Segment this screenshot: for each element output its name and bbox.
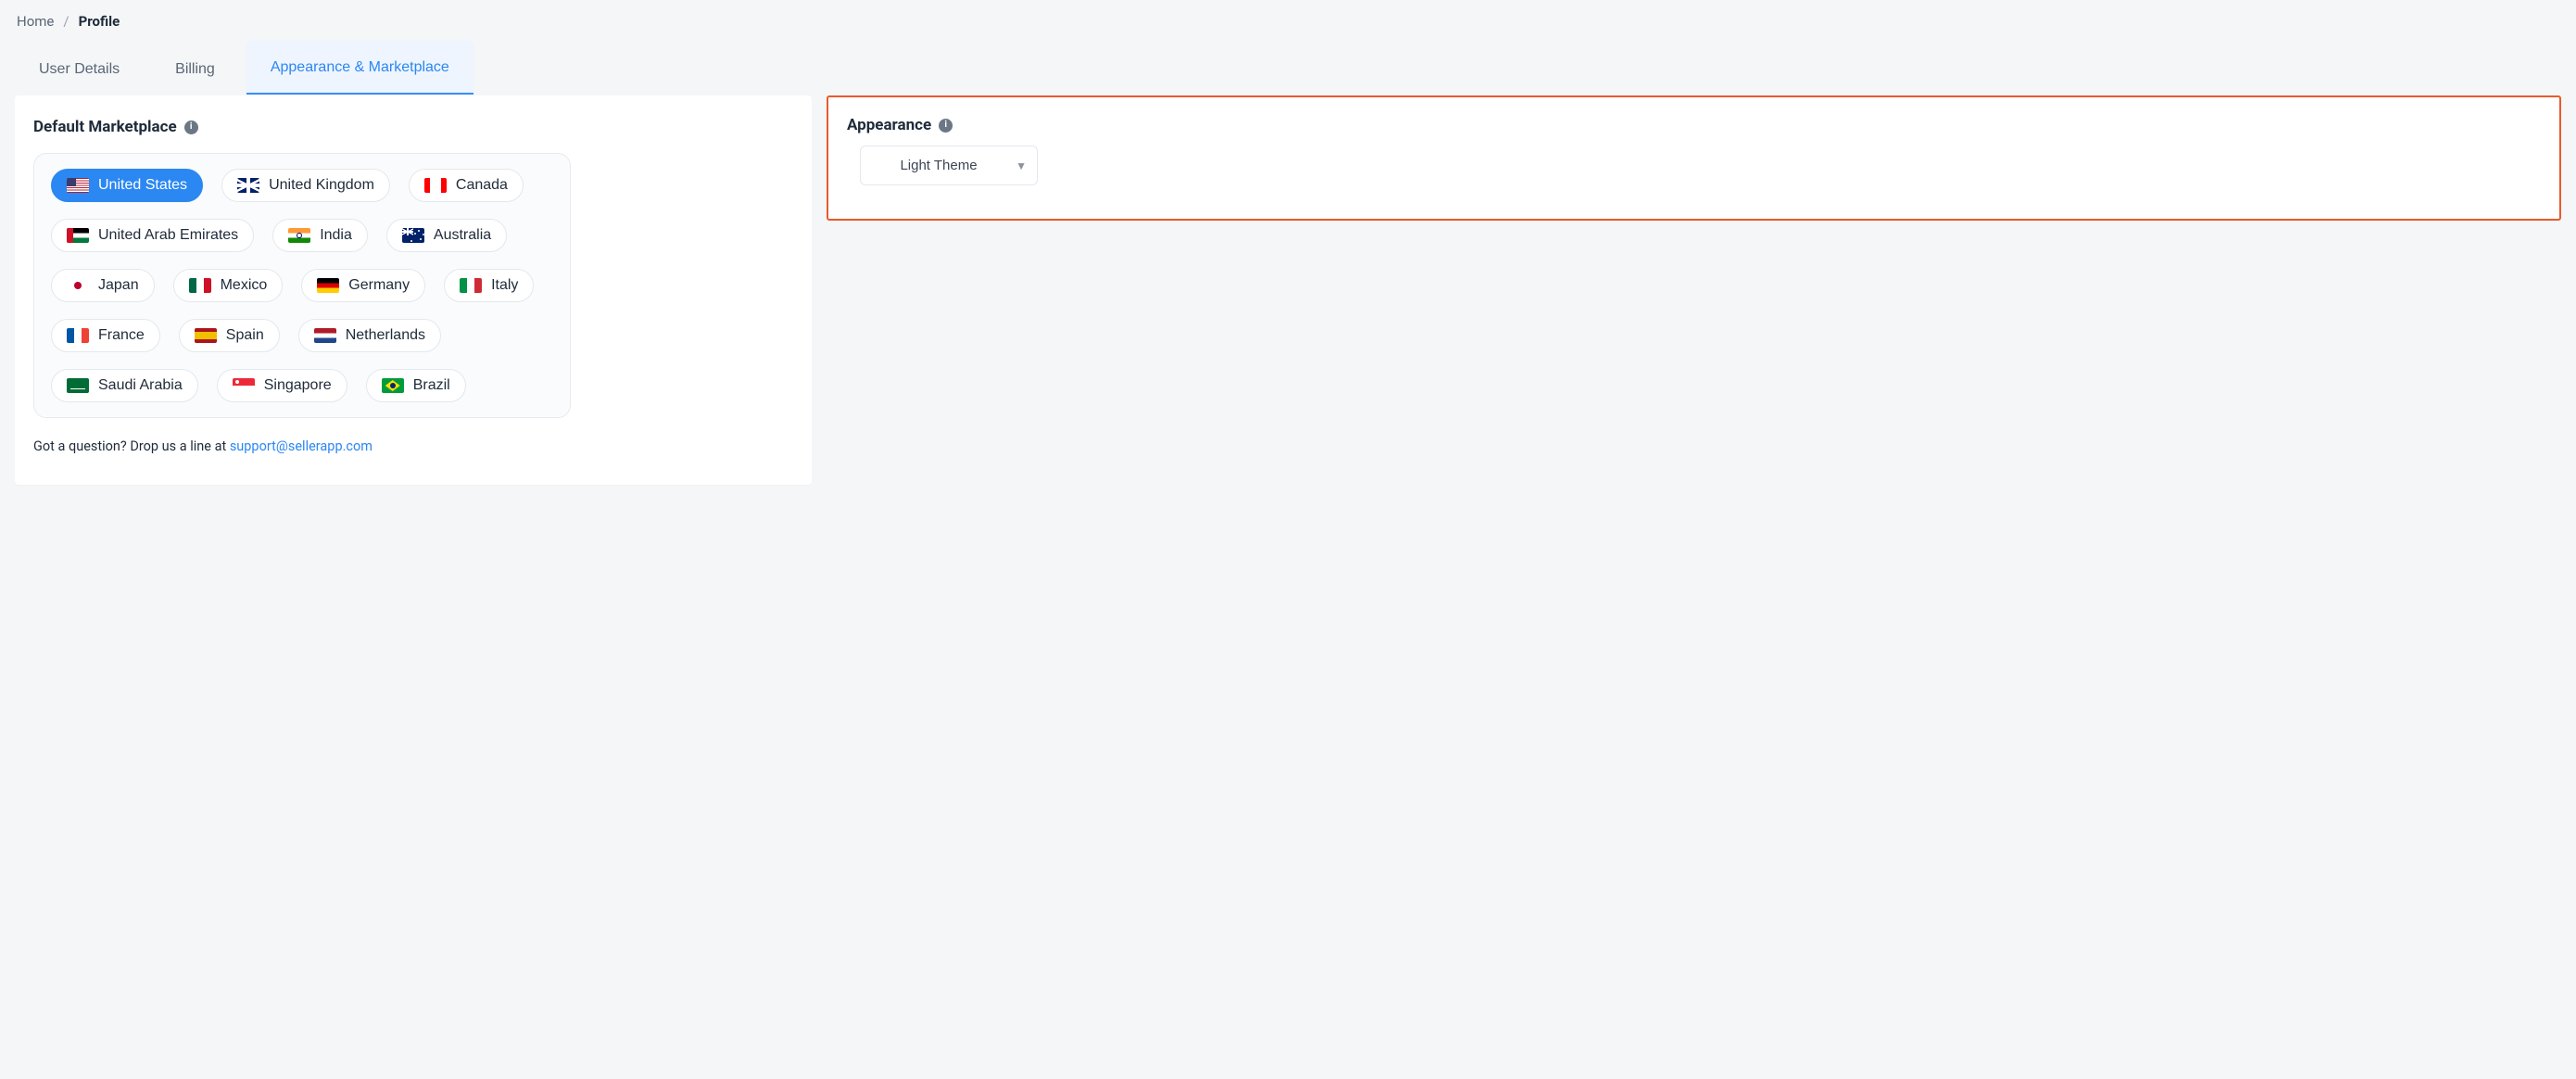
flag-mx-icon [189, 278, 211, 293]
marketplace-chip-nl[interactable]: Netherlands [298, 319, 441, 352]
tab-billing[interactable]: Billing [151, 43, 239, 95]
flag-in-icon [288, 228, 310, 243]
breadcrumb: Home / Profile [15, 11, 2561, 41]
theme-select[interactable]: Light Theme [860, 146, 1038, 185]
appearance-title: Appearance [847, 116, 931, 134]
breadcrumb-separator: / [63, 13, 69, 30]
breadcrumb-home[interactable]: Home [17, 13, 54, 30]
marketplace-chip-jp[interactable]: Japan [51, 269, 155, 302]
flag-fr-icon [67, 328, 89, 343]
flag-sa-icon [67, 378, 89, 393]
info-icon[interactable]: i [184, 121, 198, 134]
marketplace-chip-label: Spain [226, 327, 264, 344]
flag-de-icon [317, 278, 339, 293]
marketplace-chip-label: United Kingdom [269, 177, 374, 194]
marketplace-title: Default Marketplace [33, 118, 177, 136]
flag-uk-icon [237, 178, 259, 193]
flag-es-icon [195, 328, 217, 343]
marketplace-chip-de[interactable]: Germany [301, 269, 425, 302]
flag-ca-icon [424, 178, 447, 193]
marketplace-chip-au[interactable]: Australia [386, 219, 507, 252]
marketplace-chip-ca[interactable]: Canada [409, 169, 524, 202]
flag-ae-icon [67, 228, 89, 243]
marketplace-chip-us[interactable]: United States [51, 169, 203, 202]
marketplace-chip-sg[interactable]: Singapore [217, 369, 347, 402]
flag-nl-icon [314, 328, 336, 343]
breadcrumb-current: Profile [79, 13, 120, 30]
marketplace-chip-label: United Arab Emirates [98, 227, 238, 244]
flag-us-icon [67, 178, 89, 193]
default-marketplace-card: Default Marketplace i United StatesUnite… [15, 95, 812, 485]
help-prefix: Got a question? Drop us a line at [33, 438, 230, 454]
marketplace-chip-label: Canada [456, 177, 508, 194]
flag-jp-icon [67, 278, 89, 293]
marketplace-chip-label: Singapore [264, 377, 332, 394]
flag-br-icon [382, 378, 404, 393]
marketplace-chip-fr[interactable]: France [51, 319, 160, 352]
marketplace-chip-it[interactable]: Italy [444, 269, 534, 302]
marketplace-chip-sa[interactable]: Saudi Arabia [51, 369, 198, 402]
marketplace-chip-in[interactable]: India [272, 219, 368, 252]
profile-tabs: User Details Billing Appearance & Market… [15, 41, 2561, 95]
info-icon[interactable]: i [939, 119, 953, 133]
marketplace-chip-label: Netherlands [346, 327, 425, 344]
marketplace-chip-uk[interactable]: United Kingdom [221, 169, 390, 202]
marketplace-chip-label: Italy [491, 277, 518, 294]
marketplace-chip-mx[interactable]: Mexico [173, 269, 284, 302]
marketplace-chip-label: Mexico [221, 277, 268, 294]
appearance-card: Appearance i Light Theme ▼ [827, 95, 2561, 221]
marketplace-chip-label: Australia [434, 227, 491, 244]
marketplace-chip-label: India [320, 227, 352, 244]
marketplace-list: United States United Kingdom Canada United … [33, 153, 571, 418]
marketplace-chip-label: Saudi Arabia [98, 377, 183, 394]
marketplace-chip-label: Brazil [413, 377, 450, 394]
tab-user-details[interactable]: User Details [15, 43, 144, 95]
flag-it-icon [460, 278, 482, 293]
help-text: Got a question? Drop us a line at suppor… [33, 438, 793, 454]
marketplace-chip-br[interactable]: Brazil [366, 369, 466, 402]
marketplace-chip-label: Germany [348, 277, 410, 294]
marketplace-chip-label: France [98, 327, 145, 344]
marketplace-chip-label: Japan [98, 277, 139, 294]
tab-appearance-marketplace[interactable]: Appearance & Marketplace [246, 41, 474, 95]
marketplace-chip-es[interactable]: Spain [179, 319, 280, 352]
marketplace-chip-ae[interactable]: United Arab Emirates [51, 219, 254, 252]
marketplace-chip-label: United States [98, 177, 187, 194]
flag-au-icon [402, 228, 424, 243]
support-email-link[interactable]: support@sellerapp.com [230, 438, 373, 454]
flag-sg-icon [233, 378, 255, 393]
